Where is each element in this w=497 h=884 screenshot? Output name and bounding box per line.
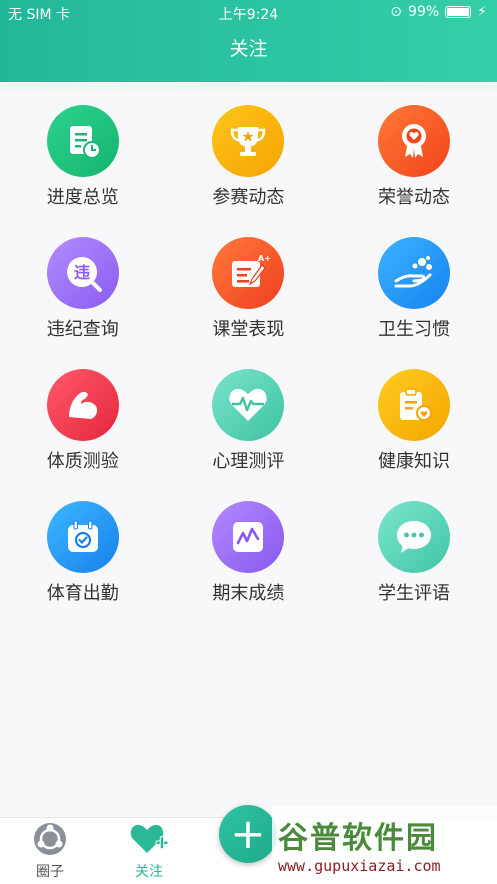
violation-search-icon: 违 xyxy=(46,237,119,309)
attendance-calendar-icon xyxy=(46,501,119,573)
grid-item-label: 健康知识 xyxy=(377,451,450,472)
svg-text:A+: A+ xyxy=(258,254,270,263)
charging-icon: ⚡ xyxy=(477,4,487,20)
trophy-icon xyxy=(212,105,285,177)
header: 无 SIM 卡 上午9:24 ⊙ 99% ⚡ 关注 xyxy=(0,0,497,82)
grid-item-label: 课堂表现 xyxy=(212,319,285,340)
grid-item-label: 体育出勤 xyxy=(46,583,119,604)
grid-item[interactable]: 违违纪查询 xyxy=(0,237,166,369)
grid-row: 违违纪查询 A+ 课堂表现 卫生习惯 xyxy=(0,237,497,369)
grid-item[interactable]: 体质测验 xyxy=(0,369,166,501)
watermark: 谷普软件园 www.gupuxiazai.com xyxy=(272,807,497,883)
watermark-main: 谷普软件园 xyxy=(278,821,438,856)
circle-community-icon xyxy=(34,823,66,855)
heart-plus-icon xyxy=(130,824,169,853)
watermark-url: www.gupuxiazai.com xyxy=(278,857,441,875)
grid-item[interactable]: 进度总览 xyxy=(0,105,166,237)
battery-icon xyxy=(445,6,472,18)
grid-item-label: 卫生习惯 xyxy=(377,319,450,340)
grid-item-label: 心理测评 xyxy=(212,451,285,472)
battery-percent: 99% xyxy=(408,4,440,20)
score-chart-icon xyxy=(212,501,285,573)
tab-follow[interactable]: 关注 xyxy=(99,818,199,884)
rotation-lock-icon: ⊙ xyxy=(390,4,403,20)
grid-row: 体育出勤 期末成绩 学生评语 xyxy=(0,501,497,633)
hand-wash-icon xyxy=(377,237,450,309)
grid-item[interactable]: 体育出勤 xyxy=(0,501,166,633)
grid-item-label: 参赛动态 xyxy=(212,187,285,208)
heartbeat-icon xyxy=(212,369,285,441)
grid-item-label: 期末成绩 xyxy=(212,583,285,604)
grade-edit-icon: A+ xyxy=(212,237,285,309)
grid-row: 体质测验 心理测评 健康知识 xyxy=(0,369,497,501)
muscle-icon xyxy=(46,369,119,441)
grid-item-label: 荣誉动态 xyxy=(377,187,450,208)
grid-item[interactable]: 荣誉动态 xyxy=(331,105,497,237)
grid-item[interactable]: A+ 课堂表现 xyxy=(166,237,332,369)
grid-item[interactable]: 健康知识 xyxy=(331,369,497,501)
add-button[interactable]: + xyxy=(219,805,277,863)
grid-row: 进度总览 参赛动态 荣誉动态 xyxy=(0,105,497,237)
status-right: ⊙ 99% ⚡ xyxy=(390,4,487,20)
grid-item-label: 体质测验 xyxy=(46,451,119,472)
svg-text:违: 违 xyxy=(74,263,90,282)
grid-item[interactable]: 期末成绩 xyxy=(166,501,332,633)
grid-item[interactable]: 心理测评 xyxy=(166,369,332,501)
tab-circle[interactable]: 圈子 xyxy=(0,818,100,884)
grid-item-label: 进度总览 xyxy=(46,187,119,208)
medal-icon xyxy=(377,105,450,177)
grid-item[interactable]: 参赛动态 xyxy=(166,105,332,237)
tab-circle-label: 圈子 xyxy=(36,864,64,880)
page-title: 关注 xyxy=(229,38,268,60)
comment-bubble-icon xyxy=(377,501,450,573)
schedule-icon xyxy=(46,105,119,177)
grid-item-label: 学生评语 xyxy=(377,583,450,604)
grid-item[interactable]: 卫生习惯 xyxy=(331,237,497,369)
grid-item[interactable]: 学生评语 xyxy=(331,501,497,633)
grid-item-label: 违纪查询 xyxy=(46,319,119,340)
status-bar: 无 SIM 卡 上午9:24 ⊙ 99% ⚡ xyxy=(0,0,497,24)
tab-follow-label: 关注 xyxy=(135,864,163,880)
feature-grid: 进度总览 参赛动态 荣誉动态违违纪查询 A+ 课堂表现 卫生习惯 体质测验 心理测评 健康知识体… xyxy=(0,105,497,633)
feature-grid-area: 进度总览 参赛动态 荣誉动态违违纪查询 A+ 课堂表现 卫生习惯 体质测验 心理测评 健康知识体… xyxy=(0,91,497,817)
health-clipboard-icon xyxy=(377,369,450,441)
